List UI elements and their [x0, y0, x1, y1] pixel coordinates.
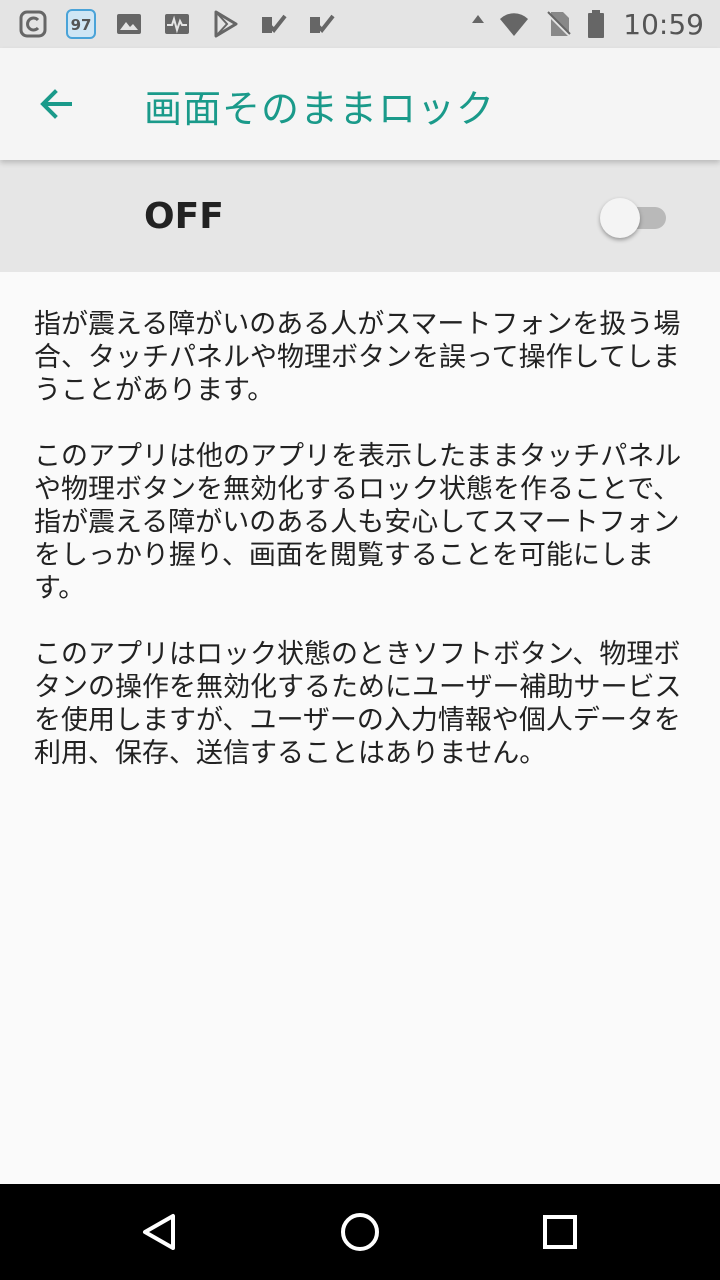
app-bar: 画面そのままロック: [0, 48, 720, 160]
play-store-icon: [208, 7, 242, 41]
nav-back-button[interactable]: [136, 1208, 184, 1256]
wifi-icon: [497, 7, 531, 41]
description-paragraph: このアプリはロック状態のときソフトボタン、物理ボタンの操作を無効化するためにユー…: [34, 639, 682, 769]
toggle-label: OFF: [144, 196, 224, 237]
no-sim-icon: [541, 7, 575, 41]
description: 指が震える障がいのある人がスマートフォンを扱う場合、タッチパネルや物理ボタンを誤…: [34, 308, 684, 803]
recents-square-icon: [543, 1215, 577, 1249]
description-paragraph: このアプリは他のアプリを表示したままタッチパネルや物理ボタンを無効化するロック状…: [34, 441, 682, 604]
notification-icons: 97: [16, 7, 469, 41]
nav-home-button[interactable]: [336, 1208, 384, 1256]
pulse-icon: [160, 7, 194, 41]
svg-text:97: 97: [71, 16, 92, 34]
switch-thumb: [600, 198, 640, 238]
app-c-icon: [16, 7, 50, 41]
back-button[interactable]: [24, 76, 88, 132]
check-icon: [256, 7, 290, 41]
navigation-bar: [0, 1184, 720, 1280]
description-paragraph: 指が震える障がいのある人がスマートフォンを扱う場合、タッチパネルや物理ボタンを誤…: [34, 309, 681, 406]
battery-icon: [585, 7, 607, 41]
clock: 10:59: [623, 7, 704, 41]
back-triangle-icon: [143, 1214, 175, 1250]
page-title: 画面そのままロック: [144, 87, 496, 131]
badge-97-icon: 97: [64, 7, 98, 41]
system-icons: 10:59: [469, 7, 704, 41]
master-toggle-row[interactable]: OFF: [0, 160, 720, 272]
home-circle-icon: [341, 1213, 379, 1251]
data-arrow-icon: [469, 7, 487, 41]
check-icon: [304, 7, 338, 41]
nav-recents-button[interactable]: [536, 1208, 584, 1256]
lock-switch[interactable]: [600, 198, 668, 238]
status-bar: 97 10:59: [0, 0, 720, 48]
arrow-back-icon: [40, 89, 72, 119]
image-icon: [112, 7, 146, 41]
